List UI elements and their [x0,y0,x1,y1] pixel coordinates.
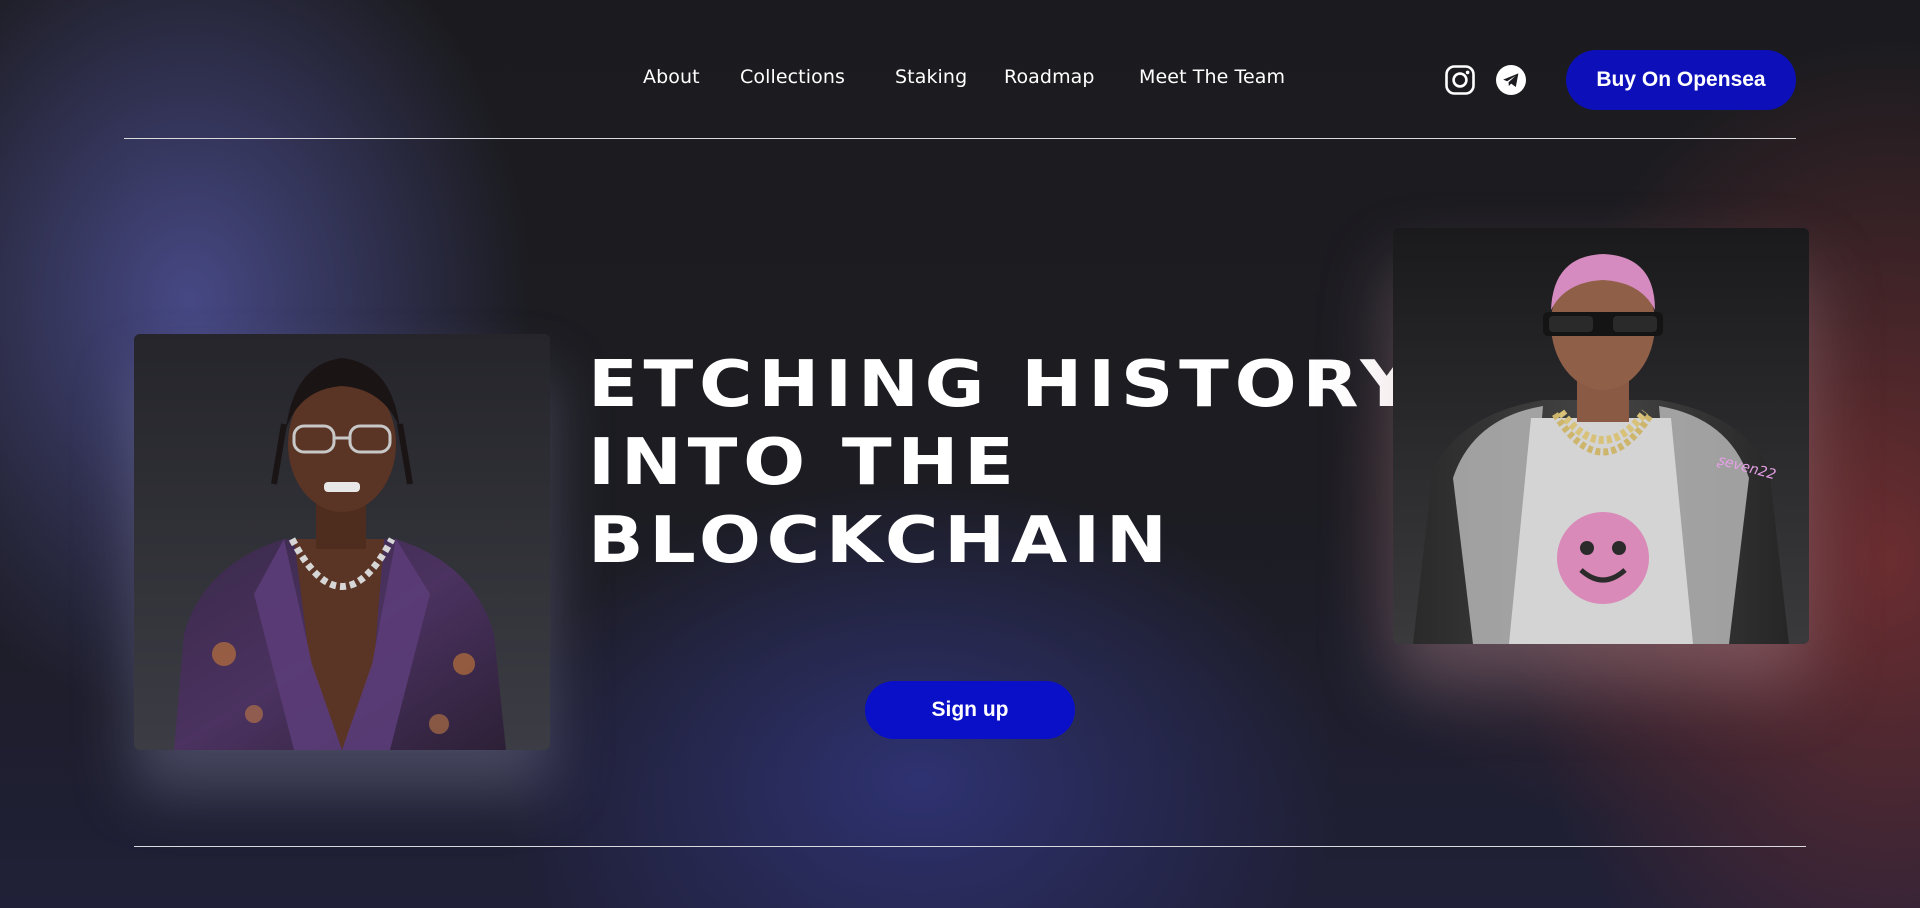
nav-roadmap[interactable]: Roadmap [1004,66,1095,88]
left-nft-avatar-illustration [134,334,550,750]
instagram-icon[interactable] [1444,64,1476,96]
hero-title: ETCHING HISTORY INTO THE BLOCKCHAIN [588,346,1419,580]
right-nft-image: ʂeven22 [1393,228,1809,644]
buy-on-opensea-button[interactable]: Buy On Opensea [1566,50,1796,110]
hero-title-line-2: INTO THE [588,426,1020,500]
nav-meet-the-team[interactable]: Meet The Team [1139,66,1285,88]
hero-title-line-3: BLOCKCHAIN [588,504,1173,578]
section-divider [134,846,1806,847]
hero-title-line-1: ETCHING HISTORY [588,348,1419,422]
nav-collections[interactable]: Collections [740,66,845,88]
right-nft-avatar-illustration: ʂeven22 [1393,228,1809,644]
nav-staking[interactable]: Staking [895,66,967,88]
telegram-icon[interactable] [1495,64,1527,96]
nav-about[interactable]: About [643,66,700,88]
site-header: About Collections Staking Roadmap Meet T… [0,0,1920,140]
header-divider [124,138,1796,139]
left-nft-image [134,334,550,750]
sign-up-button[interactable]: Sign up [865,681,1075,739]
